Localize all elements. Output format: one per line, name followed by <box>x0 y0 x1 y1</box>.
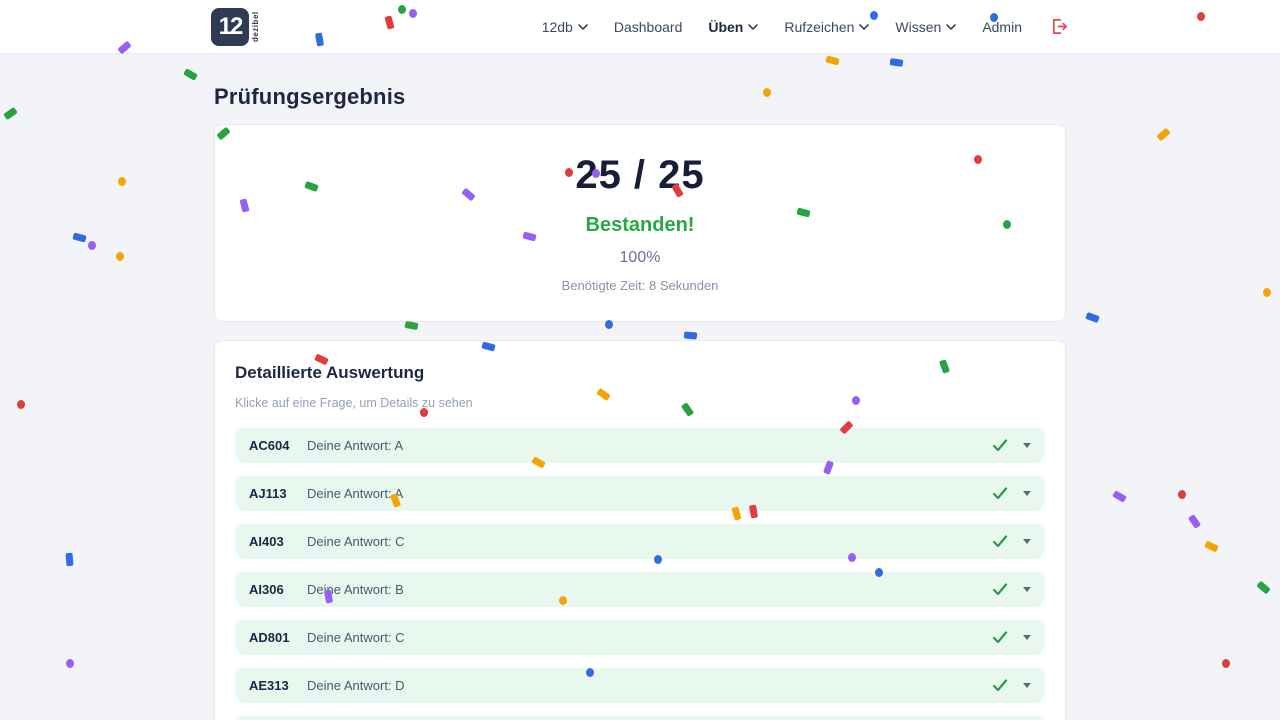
caret-down-icon[interactable] <box>1023 491 1031 496</box>
nav-item-12db[interactable]: 12db <box>542 19 588 35</box>
nav-item-admin[interactable]: Admin <box>982 19 1022 35</box>
nav-item-label: Admin <box>982 19 1022 35</box>
confetti-piece <box>1112 490 1127 503</box>
confetti-piece <box>1156 128 1170 142</box>
question-code: AI306 <box>249 582 293 597</box>
question-answer: Deine Antwort: A <box>307 438 403 453</box>
confetti-piece <box>1256 581 1270 595</box>
chevron-down-icon <box>946 24 956 30</box>
question-row[interactable]: AD801 Deine Antwort: C <box>235 620 1045 655</box>
confetti-piece <box>890 58 904 67</box>
question-row[interactable]: AI403 Deine Antwort: C <box>235 524 1045 559</box>
page-title: Prüfungsergebnis <box>214 84 1066 110</box>
question-row[interactable]: AE313 Deine Antwort: D <box>235 668 1045 703</box>
question-code: AJ113 <box>249 486 293 501</box>
confetti-piece <box>183 68 198 81</box>
confetti-piece <box>72 232 86 242</box>
chevron-down-icon <box>748 24 758 30</box>
nav-item-label: 12db <box>542 19 573 35</box>
pass-status: Bestanden! <box>235 214 1045 237</box>
score-value: 25 / 25 <box>235 153 1045 197</box>
details-title: Detaillierte Auswertung <box>235 363 1045 383</box>
question-row[interactable]: AI306 Deine Antwort: B <box>235 572 1045 607</box>
question-code: AD801 <box>249 630 293 645</box>
confetti-piece <box>116 252 124 261</box>
question-answer: Deine Antwort: C <box>307 534 405 549</box>
nav-item-dashboard[interactable]: Dashboard <box>614 19 683 35</box>
page: 12 dezibel 12db Dashboard Üben Rufzeichen Wi… <box>0 0 1280 720</box>
result-card: 25 / 25 Bestanden! 100% Benötigte Zeit: … <box>214 124 1066 322</box>
time-needed: Benötigte Zeit: 8 Sekunden <box>235 278 1045 293</box>
main-content: Prüfungsergebnis 25 / 25 Bestanden! 100%… <box>214 84 1066 720</box>
chevron-down-icon <box>859 24 869 30</box>
confetti-piece <box>88 241 96 250</box>
check-icon <box>992 534 1008 549</box>
question-answer: Deine Antwort: C <box>307 630 405 645</box>
details-card: Detaillierte Auswertung Klicke auf eine … <box>214 340 1066 720</box>
logo[interactable]: 12 dezibel <box>211 8 260 46</box>
question-row[interactable] <box>235 716 1045 720</box>
question-code: AC604 <box>249 438 293 453</box>
confetti-piece <box>66 659 74 668</box>
nav-item-label: Rufzeichen <box>784 19 854 35</box>
navbar: 12 dezibel 12db Dashboard Üben Rufzeichen Wi… <box>0 0 1280 54</box>
question-row[interactable]: AJ113 Deine Antwort: A <box>235 476 1045 511</box>
logo-box: 12 <box>211 8 249 46</box>
check-icon <box>992 582 1008 597</box>
logout-icon <box>1050 17 1069 36</box>
confetti-piece <box>118 177 126 186</box>
confetti-piece <box>825 55 839 65</box>
question-answer: Deine Antwort: B <box>307 582 404 597</box>
confetti-piece <box>65 553 73 567</box>
confetti-piece <box>1178 490 1186 499</box>
nav-item-label: Dashboard <box>614 19 683 35</box>
caret-down-icon[interactable] <box>1023 443 1031 448</box>
question-code: AE313 <box>249 678 293 693</box>
logo-number: 12 <box>219 13 242 41</box>
confetti-piece <box>3 107 18 120</box>
confetti-piece <box>17 400 25 409</box>
confetti-piece <box>1085 312 1100 323</box>
confetti-piece <box>1204 541 1219 553</box>
logo-vertical-label: dezibel <box>251 8 260 46</box>
nav-item-ben[interactable]: Üben <box>708 19 758 35</box>
nav-item-label: Wissen <box>895 19 941 35</box>
caret-down-icon[interactable] <box>1023 539 1031 544</box>
question-row[interactable]: AC604 Deine Antwort: A <box>235 428 1045 463</box>
check-icon <box>992 678 1008 693</box>
confetti-piece <box>1263 288 1271 297</box>
caret-down-icon[interactable] <box>1023 683 1031 688</box>
question-list: AC604 Deine Antwort: A AJ113 Deine Antwort:… <box>235 428 1045 720</box>
score-percentage: 100% <box>235 249 1045 267</box>
logout-button[interactable] <box>1050 17 1069 36</box>
caret-down-icon[interactable] <box>1023 635 1031 640</box>
check-icon <box>992 438 1008 453</box>
check-icon <box>992 630 1008 645</box>
confetti-piece <box>1188 514 1201 529</box>
question-code: AI403 <box>249 534 293 549</box>
chevron-down-icon <box>578 24 588 30</box>
question-answer: Deine Antwort: A <box>307 486 403 501</box>
nav-item-wissen[interactable]: Wissen <box>895 19 956 35</box>
nav-item-rufzeichen[interactable]: Rufzeichen <box>784 19 869 35</box>
nav-menu: 12db Dashboard Üben Rufzeichen Wissen Admin <box>542 17 1069 36</box>
nav-item-label: Üben <box>708 19 743 35</box>
confetti-piece <box>1222 659 1230 668</box>
check-icon <box>992 486 1008 501</box>
caret-down-icon[interactable] <box>1023 587 1031 592</box>
question-answer: Deine Antwort: D <box>307 678 405 693</box>
details-subtitle: Klicke auf eine Frage, um Details zu seh… <box>235 396 1045 410</box>
